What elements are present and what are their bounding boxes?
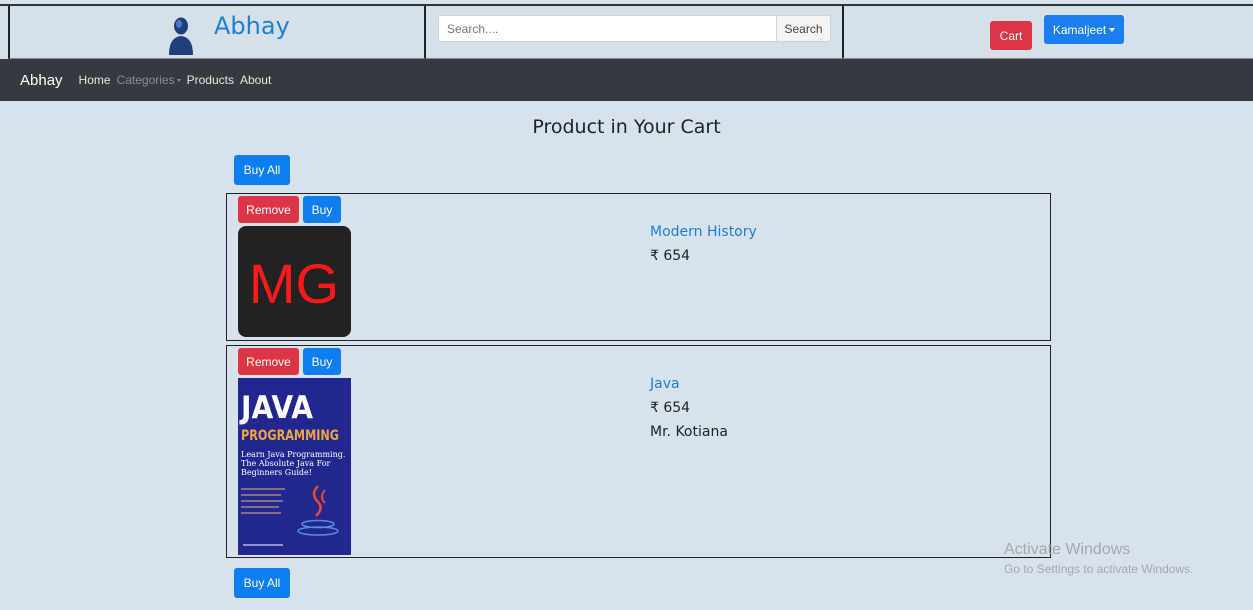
top-header: Abhay Search Cart Kamaljeet: [0, 4, 1253, 59]
product-image-java: JAVA PROGRAMMING Learn Java Programming.…: [238, 378, 351, 555]
brand-logo[interactable]: Abhay: [166, 8, 290, 55]
product-name[interactable]: Modern History: [650, 224, 757, 240]
buy-all-button[interactable]: Buy All: [234, 155, 290, 185]
product-info: Modern History ₹ 654: [650, 224, 757, 272]
navbar-brand[interactable]: Abhay: [20, 72, 63, 89]
remove-button[interactable]: Remove: [238, 196, 299, 223]
product-name[interactable]: Java: [650, 376, 728, 392]
cover-line: Beginners Guide!: [241, 468, 312, 477]
account-cell: Cart Kamaljeet: [843, 6, 1253, 59]
watermark-subtitle: Go to Settings to activate Windows.: [1004, 562, 1194, 576]
cover-title: JAVA: [239, 390, 313, 426]
nav-categories[interactable]: Categories: [117, 73, 181, 87]
cart-item-actions: Remove Buy: [238, 196, 341, 223]
cart-button[interactable]: Cart: [990, 21, 1032, 50]
search-cell: Search: [426, 6, 844, 59]
buy-all-button-bottom[interactable]: Buy All: [234, 568, 290, 598]
brand-name[interactable]: Abhay: [214, 12, 290, 40]
user-avatar-icon: [169, 17, 193, 55]
product-price: ₹ 654: [650, 400, 691, 416]
nav-categories-label: Categories: [116, 73, 175, 87]
chevron-down-icon: [176, 79, 181, 83]
activate-windows-watermark: Activate Windows Go to Settings to activ…: [1004, 541, 1193, 576]
nav-home[interactable]: Home: [79, 73, 111, 87]
product-price: ₹ 654: [650, 248, 691, 264]
cart-item: Remove Buy JAVA PROGRAMMING Learn Java P…: [226, 345, 1051, 558]
nav-products[interactable]: Products: [187, 73, 234, 87]
nav-about[interactable]: About: [240, 73, 271, 87]
watermark-title: Activate Windows: [1004, 541, 1131, 558]
cover-line: The Absolute Java For: [241, 459, 331, 468]
buy-button[interactable]: Buy: [303, 348, 341, 375]
page-title: Product in Your Cart: [532, 116, 721, 138]
cart-item: Remove Buy MG Modern History ₹ 654: [226, 193, 1051, 341]
cart-item-actions: Remove Buy: [238, 348, 341, 375]
search-input[interactable]: [438, 15, 778, 42]
search-button[interactable]: Search: [776, 15, 831, 42]
cover-subtitle: PROGRAMMING: [241, 428, 339, 444]
user-dropdown-button[interactable]: Kamaljeet: [1044, 15, 1124, 44]
brand-cell: Abhay: [8, 6, 426, 59]
user-name: Kamaljeet: [1052, 22, 1107, 37]
navbar: Abhay Home Categories Products About: [0, 59, 1253, 101]
chevron-down-icon: [1109, 28, 1116, 33]
remove-button[interactable]: Remove: [238, 348, 299, 375]
buy-button[interactable]: Buy: [303, 196, 341, 223]
cover-line: Learn Java Programming.: [241, 450, 345, 459]
product-info: Java ₹ 654 Mr. Kotiana: [650, 376, 728, 440]
product-image-modern-history: MG: [238, 226, 351, 337]
cover-text: MG: [249, 252, 339, 315]
product-author: Mr. Kotiana: [650, 424, 728, 440]
